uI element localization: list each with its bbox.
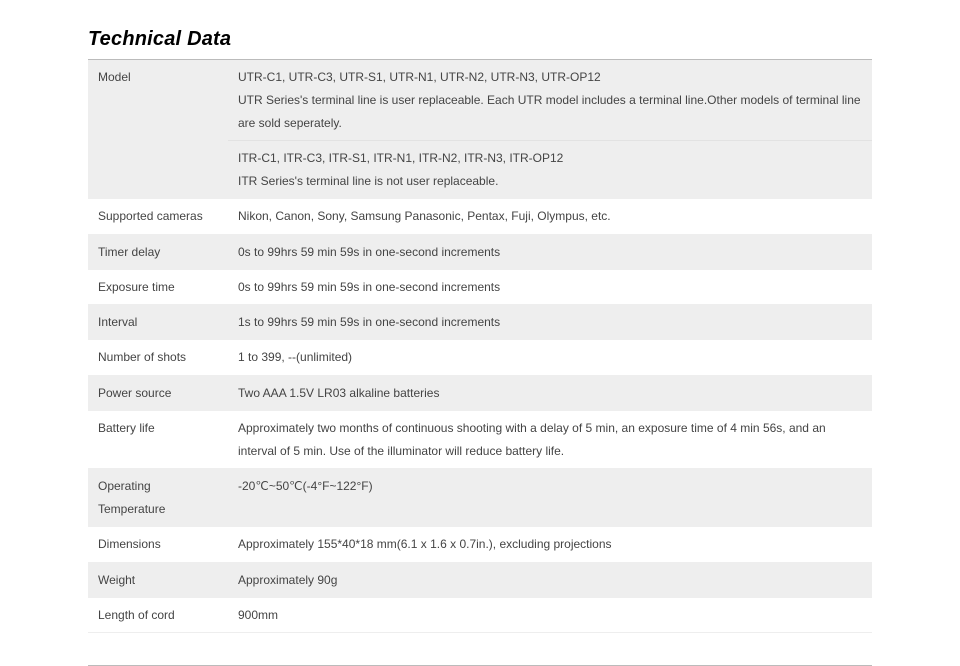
- row-value: Nikon, Canon, Sony, Samsung Panasonic, P…: [228, 199, 872, 234]
- model-utr-list: UTR-C1, UTR-C3, UTR-S1, UTR-N1, UTR-N2, …: [238, 70, 601, 84]
- row-label: Supported cameras: [88, 199, 228, 234]
- spec-table: Model UTR-C1, UTR-C3, UTR-S1, UTR-N1, UT…: [88, 60, 872, 633]
- table-row: Weight Approximately 90g: [88, 562, 872, 597]
- model-itr-note: ITR Series's terminal line is not user r…: [238, 174, 498, 188]
- row-label: Power source: [88, 375, 228, 410]
- row-label: Timer delay: [88, 234, 228, 269]
- row-label: Interval: [88, 305, 228, 340]
- row-label: Battery life: [88, 411, 228, 469]
- row-value: 1s to 99hrs 59 min 59s in one-second inc…: [228, 305, 872, 340]
- row-label: Operating Temperature: [88, 469, 228, 527]
- table-row: Interval 1s to 99hrs 59 min 59s in one-s…: [88, 305, 872, 340]
- row-value: UTR-C1, UTR-C3, UTR-S1, UTR-N1, UTR-N2, …: [228, 60, 872, 141]
- row-value: ITR-C1, ITR-C3, ITR-S1, ITR-N1, ITR-N2, …: [228, 141, 872, 199]
- table-row: Dimensions Approximately 155*40*18 mm(6.…: [88, 527, 872, 562]
- table-row: Exposure time 0s to 99hrs 59 min 59s in …: [88, 270, 872, 305]
- technical-data-section: Technical Data Model UTR-C1, UTR-C3, UTR…: [0, 0, 960, 643]
- row-value: Approximately 90g: [228, 562, 872, 597]
- row-label: Model: [88, 60, 228, 199]
- row-value: 0s to 99hrs 59 min 59s in one-second inc…: [228, 270, 872, 305]
- row-label: Weight: [88, 562, 228, 597]
- row-value: -20℃~50℃(-4°F~122°F): [228, 469, 872, 527]
- section-title: Technical Data: [88, 28, 872, 60]
- table-row: Timer delay 0s to 99hrs 59 min 59s in on…: [88, 234, 872, 269]
- row-label: Number of shots: [88, 340, 228, 375]
- table-row: Model UTR-C1, UTR-C3, UTR-S1, UTR-N1, UT…: [88, 60, 872, 141]
- table-row: Number of shots 1 to 399, --(unlimited): [88, 340, 872, 375]
- table-row: Power source Two AAA 1.5V LR03 alkaline …: [88, 375, 872, 410]
- row-label: Dimensions: [88, 527, 228, 562]
- row-value: Approximately two months of continuous s…: [228, 411, 872, 469]
- table-row: Supported cameras Nikon, Canon, Sony, Sa…: [88, 199, 872, 234]
- row-value: 900mm: [228, 598, 872, 633]
- row-label: Length of cord: [88, 598, 228, 633]
- row-value: Two AAA 1.5V LR03 alkaline batteries: [228, 375, 872, 410]
- model-utr-note: UTR Series's terminal line is user repla…: [238, 93, 861, 130]
- table-row: Operating Temperature -20℃~50℃(-4°F~122°…: [88, 469, 872, 527]
- table-row: Battery life Approximately two months of…: [88, 411, 872, 469]
- model-itr-list: ITR-C1, ITR-C3, ITR-S1, ITR-N1, ITR-N2, …: [238, 151, 563, 165]
- row-value: 0s to 99hrs 59 min 59s in one-second inc…: [228, 234, 872, 269]
- table-row: Length of cord 900mm: [88, 598, 872, 633]
- row-label: Exposure time: [88, 270, 228, 305]
- row-value: 1 to 399, --(unlimited): [228, 340, 872, 375]
- row-value: Approximately 155*40*18 mm(6.1 x 1.6 x 0…: [228, 527, 872, 562]
